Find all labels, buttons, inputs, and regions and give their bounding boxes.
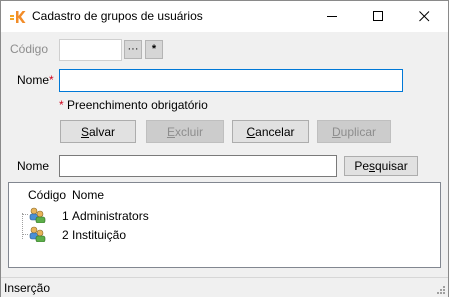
salvar-label: Salvar	[80, 124, 116, 139]
main-window: Cadastro de grupos de usuários Código ··…	[0, 0, 449, 297]
list-row[interactable]: 2 Instituição	[9, 226, 440, 244]
app-logo-icon	[10, 11, 26, 23]
user-group-icon	[29, 207, 46, 223]
row-nome: Administrators	[72, 209, 149, 223]
duplicar-button[interactable]: Duplicar	[317, 120, 391, 143]
nome-label-text: Nome	[17, 73, 50, 87]
column-header-codigo[interactable]: Código	[28, 188, 66, 202]
status-bar: Inserção	[1, 277, 448, 297]
column-header-nome[interactable]: Nome	[72, 188, 104, 202]
cancelar-button[interactable]: Cancelar	[232, 120, 309, 143]
ellipsis-icon: ···	[127, 43, 139, 55]
close-icon	[419, 11, 430, 22]
browse-codigo-button[interactable]: ···	[124, 40, 142, 59]
title-bar[interactable]: Cadastro de grupos de usuários	[1, 1, 448, 32]
row-codigo: 1	[62, 209, 69, 223]
salvar-button[interactable]: Salvar	[60, 120, 136, 143]
user-group-icon	[29, 226, 46, 242]
codigo-input[interactable]	[59, 39, 122, 61]
duplicar-label: Duplicar	[331, 124, 377, 139]
pesquisar-button[interactable]: Pesquisar	[344, 156, 418, 176]
excluir-button[interactable]: Excluir	[146, 120, 224, 143]
cancelar-label: Cancelar	[246, 124, 295, 139]
excluir-label: Excluir	[166, 124, 204, 139]
required-mark: *	[49, 73, 54, 87]
codigo-label: Código	[10, 42, 49, 56]
groups-list[interactable]: Código Nome 1 Administrators 2 Instituiç…	[8, 182, 441, 268]
required-note: * Preenchimento obrigatório	[59, 98, 208, 112]
maximize-icon	[373, 11, 383, 21]
nome-input[interactable]	[59, 69, 403, 92]
nome-label: Nome*	[17, 73, 54, 87]
minimize-icon	[327, 16, 337, 17]
required-note-mark: *	[59, 98, 64, 112]
new-record-button[interactable]: *	[145, 40, 163, 59]
search-nome-input[interactable]	[59, 155, 337, 177]
required-note-text: Preenchimento obrigatório	[67, 98, 208, 112]
window-title: Cadastro de grupos de usuários	[32, 9, 203, 23]
asterisk-icon: *	[151, 43, 157, 55]
pesquisar-label: Pesquisar	[354, 159, 408, 173]
row-nome: Instituição	[72, 228, 127, 242]
search-nome-label: Nome	[17, 159, 50, 173]
list-row[interactable]: 1 Administrators	[9, 207, 440, 225]
form-area: Código ··· * Nome* * Preenchimento obrig…	[1, 32, 448, 277]
minimize-button[interactable]	[310, 1, 356, 32]
status-text: Inserção	[4, 281, 51, 295]
maximize-button[interactable]	[356, 1, 402, 32]
row-codigo: 2	[62, 228, 69, 242]
resize-grip-icon[interactable]	[436, 285, 446, 295]
close-button[interactable]	[402, 1, 448, 32]
